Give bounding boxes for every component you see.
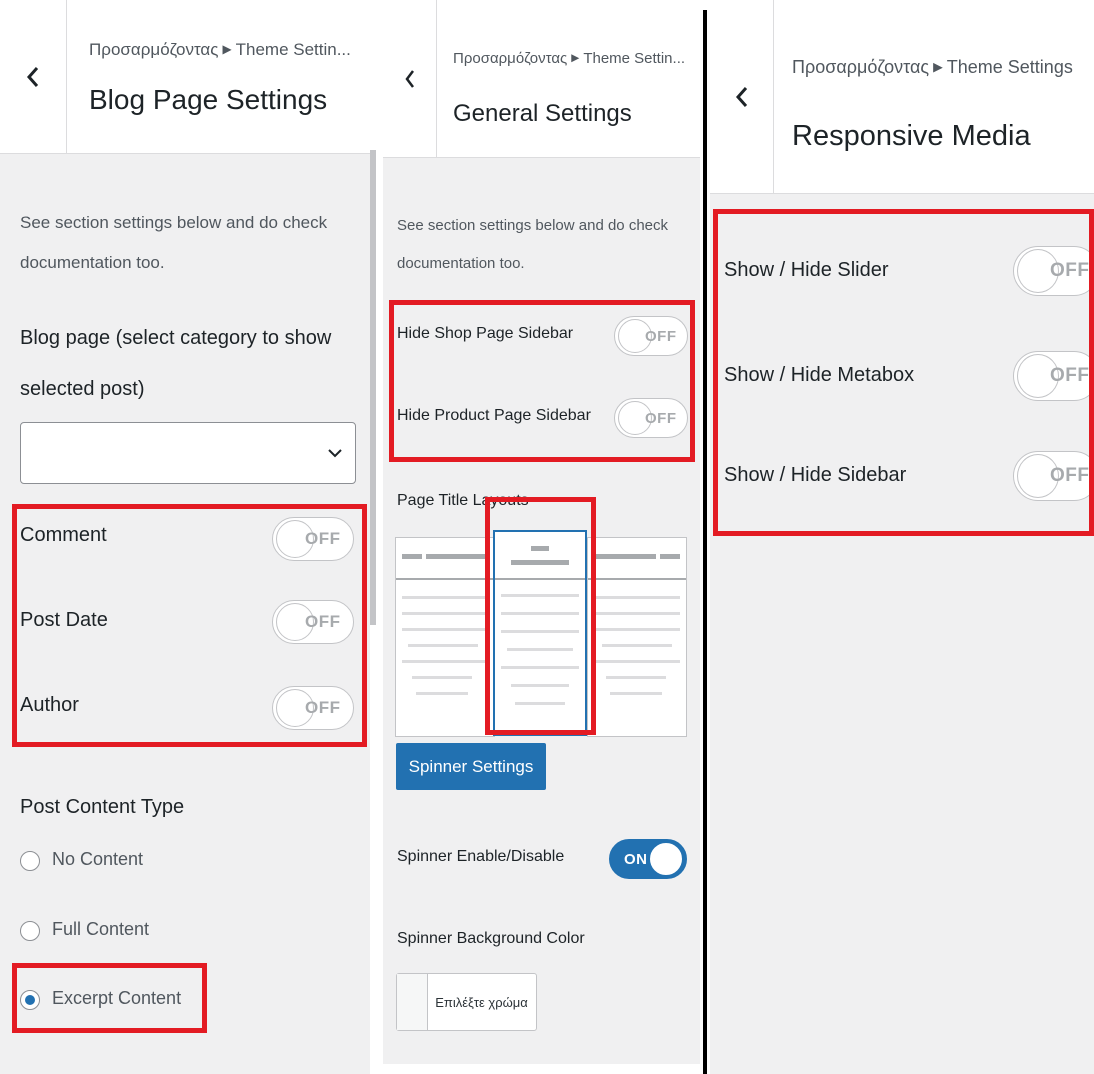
breadcrumb: Προσαρμόζοντας ▶ Theme Settin... — [453, 50, 698, 67]
section-description: See section settings below and do check — [397, 217, 669, 234]
page-title: Responsive Media — [792, 120, 1031, 152]
breadcrumb: Προσαρμόζοντας ▶ Theme Settin... — [89, 40, 361, 60]
no-content-radio[interactable] — [20, 851, 40, 871]
excerpt-content-label: Excerpt Content — [52, 988, 182, 1008]
panel-header: Προσαρμόζοντας ▶ Theme Settin... General S… — [383, 0, 700, 158]
toggle-state: OFF — [645, 409, 677, 427]
page-title-layouts-label: Page Title Layouts — [397, 492, 529, 509]
breadcrumb-current: Theme Settin... — [583, 50, 686, 67]
general-settings-panel: Προσαρμόζοντας ▶ Theme Settin... General S… — [383, 0, 700, 1064]
chevron-down-icon — [328, 449, 342, 458]
comment-toggle[interactable]: OFF — [272, 517, 354, 561]
toggle-state: OFF — [305, 698, 341, 717]
spinner-settings-button[interactable]: Spinner Settings — [396, 743, 546, 790]
slider-label: Show / Hide Slider — [724, 259, 889, 281]
toggle-state: OFF — [305, 612, 341, 631]
chevron-left-icon — [26, 66, 39, 87]
breadcrumb-arrow-icon: ▶ — [571, 52, 580, 64]
color-picker-label: Επιλέξτε χρώμα — [435, 994, 528, 1010]
full-content-label: Full Content — [52, 919, 150, 939]
post-content-type-label: Post Content Type — [20, 796, 185, 818]
color-picker-button[interactable]: Επιλέξτε χρώμα — [396, 973, 537, 1031]
page-title: Blog Page Settings — [89, 84, 328, 115]
section-description-line2: documentation too. — [397, 255, 525, 272]
full-content-radio[interactable] — [20, 921, 40, 941]
metabox-toggle[interactable]: OFF — [1013, 351, 1094, 401]
layout-option-center[interactable] — [493, 530, 587, 736]
excerpt-content-radio[interactable] — [20, 990, 40, 1010]
spinner-bg-color-label: Spinner Background Color — [397, 930, 585, 947]
back-button[interactable] — [383, 0, 437, 157]
author-toggle[interactable]: OFF — [272, 686, 354, 730]
blog-page-label-line2: selected post) — [20, 378, 145, 400]
hide-shop-sidebar-label: Hide Shop Page Sidebar — [397, 325, 574, 342]
toggle-state: OFF — [1050, 365, 1090, 386]
metabox-label: Show / Hide Metabox — [724, 364, 915, 386]
responsive-media-panel: Προσαρμόζοντας ▶ Theme Settings Responsive… — [710, 0, 1094, 1074]
hide-product-sidebar-toggle[interactable]: OFF — [614, 398, 688, 438]
breadcrumb-arrow-icon: ▶ — [933, 60, 943, 74]
layout-option-right[interactable] — [587, 537, 687, 737]
blog-page-settings-panel: Προσαρμόζοντας ▶ Theme Settin... Blog Page… — [0, 0, 370, 1074]
breadcrumb-parent: Προσαρμόζοντας — [89, 40, 219, 59]
section-description-line2: documentation too. — [20, 253, 165, 272]
toggle-state: OFF — [305, 529, 341, 548]
panel-header: Προσαρμόζοντας ▶ Theme Settings Responsive… — [710, 0, 1094, 194]
color-swatch — [397, 974, 428, 1030]
toggle-state: ON — [624, 850, 648, 868]
spinner-enable-toggle[interactable]: ON — [609, 839, 687, 879]
no-content-label: No Content — [52, 849, 144, 869]
breadcrumb-current: Theme Settin... — [235, 40, 351, 59]
category-select[interactable] — [20, 422, 356, 484]
breadcrumb-current: Theme Settings — [946, 57, 1073, 77]
toggle-state: OFF — [1050, 260, 1090, 281]
toggle-knob — [649, 842, 683, 876]
slider-toggle[interactable]: OFF — [1013, 246, 1094, 296]
blog-page-label: Blog page (select category to show — [20, 327, 332, 349]
hide-shop-sidebar-toggle[interactable]: OFF — [614, 316, 688, 356]
sidebar-toggle[interactable]: OFF — [1013, 451, 1094, 501]
toggle-state: OFF — [645, 327, 677, 345]
back-button[interactable] — [0, 0, 67, 153]
chevron-left-icon — [735, 86, 747, 107]
post-date-label: Post Date — [20, 609, 108, 631]
panel-divider — [703, 10, 707, 1074]
spinner-enable-label: Spinner Enable/Disable — [397, 848, 565, 865]
hide-product-sidebar-label: Hide Product Page Sidebar — [397, 407, 591, 424]
back-button[interactable] — [710, 0, 774, 193]
author-label: Author — [20, 694, 79, 716]
breadcrumb-arrow-icon: ▶ — [222, 42, 232, 56]
toggle-state: OFF — [1050, 465, 1090, 486]
scrollbar[interactable] — [370, 150, 376, 625]
post-date-toggle[interactable]: OFF — [272, 600, 354, 644]
chevron-left-icon — [404, 69, 414, 88]
breadcrumb: Προσαρμόζοντας ▶ Theme Settings — [792, 57, 1092, 78]
comment-label: Comment — [20, 524, 107, 546]
section-description: See section settings below and do check — [20, 213, 328, 232]
layout-option-left[interactable] — [395, 537, 495, 737]
breadcrumb-parent: Προσαρμόζοντας — [453, 50, 568, 67]
panel-header: Προσαρμόζοντας ▶ Theme Settin... Blog Page… — [0, 0, 370, 154]
sidebar-label: Show / Hide Sidebar — [724, 464, 907, 486]
breadcrumb-parent: Προσαρμόζοντας — [792, 57, 930, 77]
page-title: General Settings — [453, 100, 632, 127]
